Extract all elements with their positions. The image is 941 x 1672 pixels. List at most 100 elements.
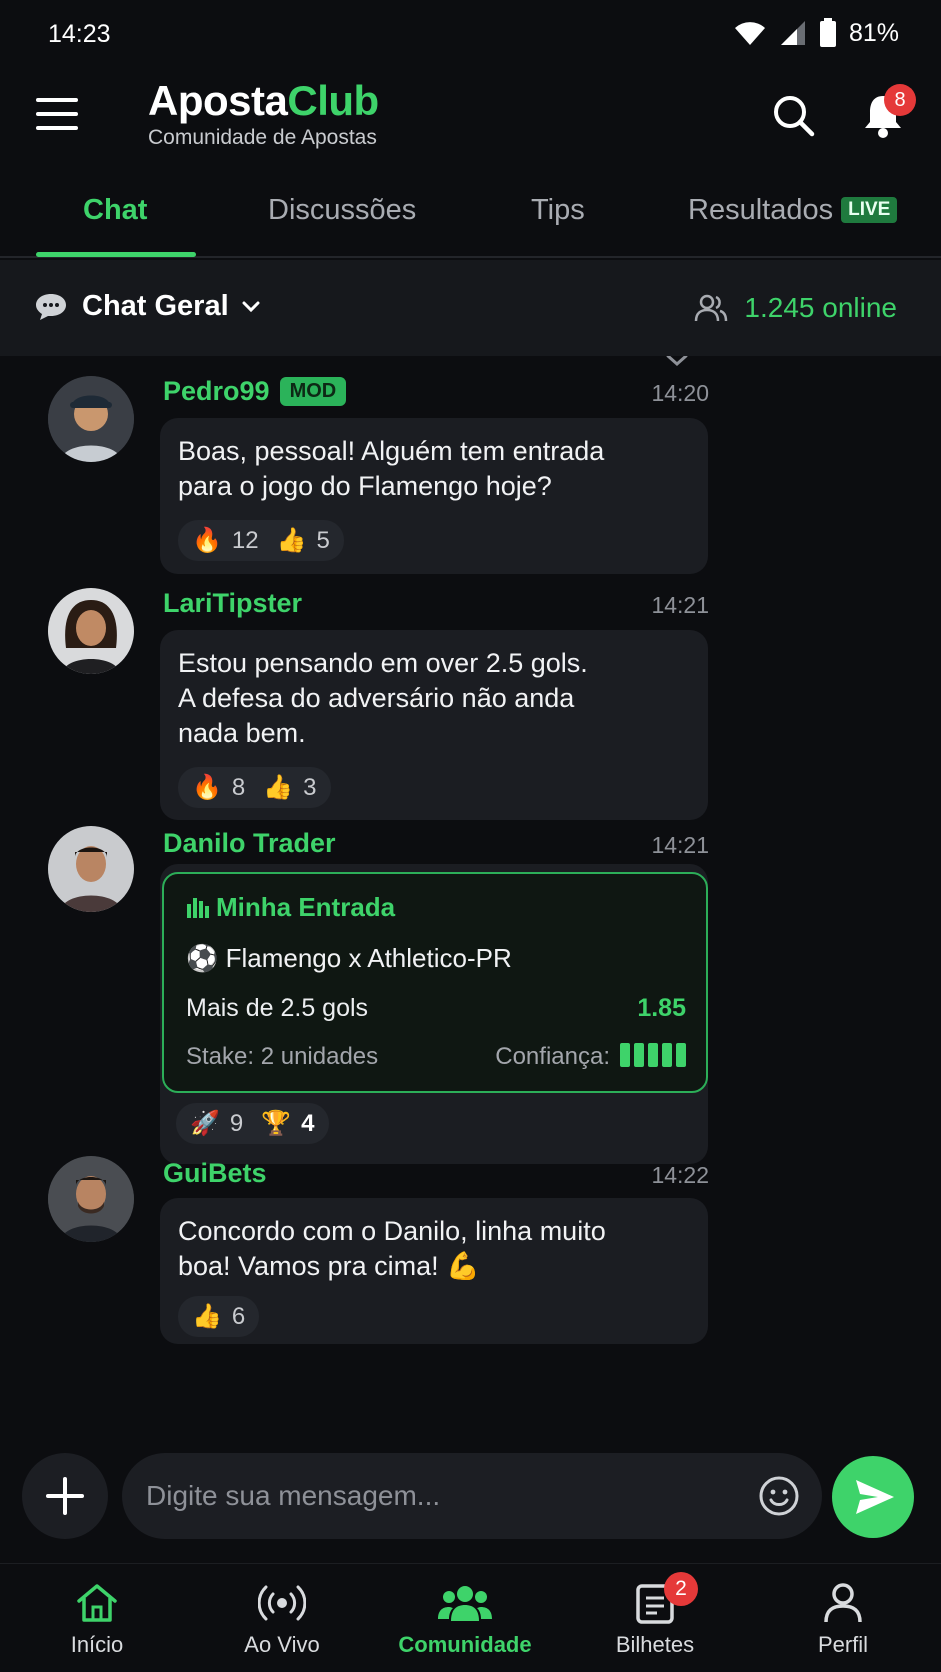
reaction-thumbs-up[interactable]: 👍 6 <box>192 1302 245 1331</box>
message-time: 14:21 <box>651 832 709 858</box>
tab-discussoes[interactable]: Discussões <box>268 194 416 227</box>
message-input[interactable] <box>122 1453 822 1539</box>
reaction-bar: 🚀 9 🏆 4 <box>176 1103 329 1144</box>
username[interactable]: Pedro99 MOD <box>163 376 347 407</box>
nav-bilhetes[interactable]: Bilhetes 2 <box>580 1572 730 1658</box>
tickets-badge: 2 <box>664 1572 698 1606</box>
message-bubble[interactable]: Boas, pessoal! Alguém tem entrada para o… <box>160 418 708 574</box>
thumbs-up-icon: 👍 <box>276 527 307 554</box>
search-icon <box>774 96 815 137</box>
bet-stake: Stake: 2 unidades <box>186 1043 379 1070</box>
live-badge: LIVE <box>841 197 898 223</box>
thumbs-up-icon: 👍 <box>192 1303 222 1330</box>
reaction-bar: 🔥 12 👍 5 <box>178 520 344 561</box>
rocket-icon: 🚀 <box>190 1110 220 1137</box>
reaction-trophy[interactable]: 🏆 4 <box>261 1109 314 1138</box>
trophy-icon: 🏆 <box>261 1110 292 1137</box>
online-indicator: 1.245 online <box>694 292 897 324</box>
tab-tips[interactable]: Tips <box>531 194 585 227</box>
bet-card-title: Minha Entrada <box>186 892 686 923</box>
message-composer <box>22 1453 919 1539</box>
reaction-rocket[interactable]: 🚀 9 <box>190 1109 243 1138</box>
room-bar: Chat Geral 1.245 online <box>0 260 941 356</box>
wifi-icon <box>734 22 765 45</box>
emoji-button[interactable] <box>758 1475 800 1517</box>
reaction-thumbs-up[interactable]: 👍 5 <box>277 526 330 555</box>
scroll-down-icon[interactable] <box>664 356 690 368</box>
nav-ao-vivo[interactable]: Ao Vivo <box>207 1578 357 1658</box>
chat-bubble-icon <box>36 293 66 320</box>
nav-perfil[interactable]: Perfil <box>768 1578 918 1658</box>
community-icon <box>438 1586 492 1621</box>
home-icon <box>77 1584 117 1622</box>
menu-icon <box>36 98 78 102</box>
room-name: Chat Geral <box>82 290 229 322</box>
tab-chat[interactable]: Chat <box>83 194 147 227</box>
reaction-fire[interactable]: 🔥 12 <box>192 526 259 555</box>
message-feed[interactable]: Pedro99 MOD 14:20 Boas, pessoal! Alguém t… <box>0 356 941 1451</box>
bet-odd: 1.85 <box>637 994 686 1022</box>
status-time: 14:23 <box>48 20 111 48</box>
room-selector[interactable]: Chat Geral <box>34 290 261 323</box>
chart-icon <box>187 898 209 918</box>
search-button[interactable] <box>770 92 818 140</box>
username[interactable]: Danilo Trader <box>163 828 336 859</box>
reaction-bar: 👍 6 <box>178 1296 260 1337</box>
message-text: Concordo com o Danilo, linha muito boa! … <box>178 1216 606 1281</box>
bet-market-row: Mais de 2.5 gols 1.85 <box>186 994 686 1023</box>
attach-button[interactable] <box>22 1453 108 1539</box>
message-text: Boas, pessoal! Alguém tem entrada para o… <box>178 436 605 501</box>
tab-resultados[interactable]: Resultados LIVE <box>688 194 898 227</box>
soccer-ball-icon: ⚽ <box>186 943 219 973</box>
message-time: 14:21 <box>651 592 709 618</box>
app-header: ApostaClub Comunidade de Apostas 8 <box>0 70 941 170</box>
notification-badge: 8 <box>884 84 916 116</box>
message-text: Estou pensando em over 2.5 gols. A defes… <box>178 648 588 748</box>
battery-percent: 81% <box>848 18 899 47</box>
username[interactable]: GuiBets <box>163 1158 267 1189</box>
smiley-icon <box>759 1476 799 1516</box>
bet-card[interactable]: Minha Entrada ⚽ Flamengo x Athletico-PR … <box>162 872 708 1093</box>
reaction-fire[interactable]: 🔥 8 <box>192 773 245 802</box>
app-subtitle: Comunidade de Apostas <box>148 126 377 149</box>
mod-badge: MOD <box>279 377 347 406</box>
username[interactable]: LariTipster <box>163 588 302 619</box>
online-count: 1.245 online <box>744 292 897 323</box>
nav-comunidade[interactable]: Comunidade <box>390 1578 540 1658</box>
app-logo: ApostaClub <box>148 77 379 124</box>
bet-market: Mais de 2.5 gols <box>186 994 369 1022</box>
tab-indicator <box>36 252 196 257</box>
status-bar: 14:23 81% <box>0 0 941 70</box>
message-bubble[interactable]: Concordo com o Danilo, linha muito boa! … <box>160 1198 708 1344</box>
battery-icon <box>819 18 836 47</box>
message-bubble[interactable]: Minha Entrada ⚽ Flamengo x Athletico-PR … <box>160 864 708 1164</box>
reaction-bar: 🔥 8 👍 3 <box>178 767 331 808</box>
avatar-image <box>48 826 134 912</box>
avatar-image <box>48 376 134 462</box>
fire-icon: 🔥 <box>192 774 222 801</box>
chevron-down-icon <box>242 301 260 312</box>
send-icon <box>856 1480 894 1514</box>
avatar[interactable] <box>48 826 134 912</box>
tab-bar: Chat Discussões Tips Resultados LIVE <box>0 180 941 258</box>
message-bubble[interactable]: Estou pensando em over 2.5 gols. A defes… <box>160 630 708 820</box>
fire-icon: 🔥 <box>192 527 222 554</box>
profile-icon <box>824 1583 862 1623</box>
nav-inicio[interactable]: Início <box>22 1578 172 1658</box>
avatar-image <box>48 1156 134 1242</box>
users-icon <box>695 294 728 322</box>
bottom-navigation: Início Ao Vivo Comunidade Bilhetes 2 Per… <box>0 1563 941 1672</box>
send-button[interactable] <box>832 1456 914 1538</box>
confidence-meter <box>620 1043 686 1067</box>
reaction-thumbs-up[interactable]: 👍 3 <box>263 773 316 802</box>
avatar[interactable] <box>48 376 134 462</box>
bet-meta-row: Stake: 2 unidades Confiança: <box>186 1043 686 1071</box>
status-icons: 81% <box>733 18 899 48</box>
avatar[interactable] <box>48 588 134 674</box>
avatar[interactable] <box>48 1156 134 1242</box>
menu-button[interactable] <box>36 98 80 138</box>
broadcast-icon <box>258 1585 306 1621</box>
plus-icon <box>46 1477 84 1515</box>
avatar-image <box>48 588 134 674</box>
thumbs-up-icon: 👍 <box>263 774 294 801</box>
